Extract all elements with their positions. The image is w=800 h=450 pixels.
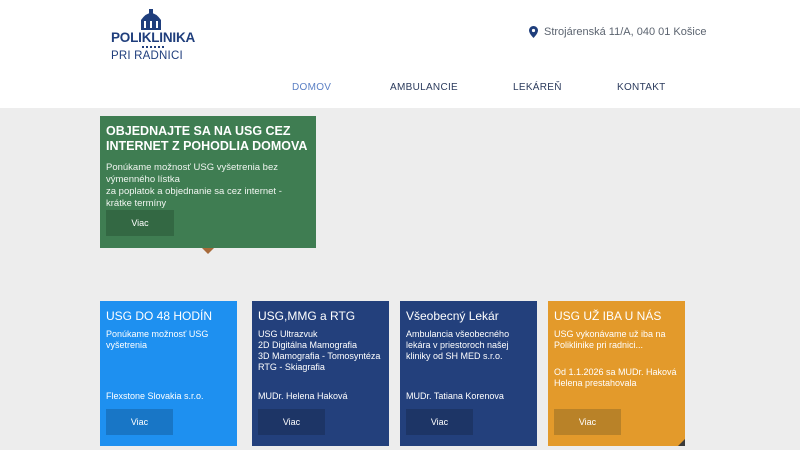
card-description: Ambulancia všeobecného lekára v priestor… (406, 329, 510, 361)
main-nav: DOMOV AMBULANCIE LEKÁREŇ KONTAKT (0, 82, 800, 96)
card-title: USG DO 48 HODÍN (106, 309, 213, 323)
card-provider: MUDr. Helena Haková (258, 391, 348, 401)
site-header: POLIKLINIKA PRI RADNICI Strojárenská 11/… (0, 0, 800, 108)
hero-more-button[interactable]: Viac (106, 210, 174, 236)
logo-divider (142, 46, 164, 48)
hero-banner: OBJEDNAJTE SA NA USG CEZ INTERNET Z POHO… (100, 116, 316, 254)
card-usg-mmg-rtg: USG,MMG a RTG USG Ultrazvuk 2D Digitálna… (252, 301, 389, 446)
site-logo[interactable]: POLIKLINIKA PRI RADNICI (108, 8, 200, 62)
card-usg-iba-u-nas: USG UŽ IBA U NÁS USG vykonávame už iba n… (548, 301, 685, 446)
nav-item-ambulancie[interactable]: AMBULANCIE (390, 82, 458, 93)
hero-text-line2: za poplatok a objednanie sa cez internet… (106, 186, 282, 209)
card-provider: MUDr. Tatiana Korenova (406, 391, 504, 401)
logo-line2: PRI RADNICI (111, 50, 183, 62)
card-more-button[interactable]: Viac (406, 409, 473, 435)
card-more-button[interactable]: Viac (554, 409, 621, 435)
card-description: USG vykonávame už iba na Poliklinike pri… (554, 329, 666, 350)
card-provider: Flexstone Slovakia s.r.o. (106, 391, 204, 401)
logo-line1: POLIKLINIKA (111, 30, 196, 45)
hero-pointer (202, 248, 214, 254)
location-pin-icon (529, 26, 538, 38)
nav-item-domov[interactable]: DOMOV (292, 82, 331, 93)
address: Strojárenská 11/A, 040 01 Košice (529, 26, 706, 38)
hero-text: Ponúkame možnosť USG vyšetrenia bez výme… (106, 162, 310, 210)
card-title: USG UŽ IBA U NÁS (554, 309, 662, 323)
card-usg-48: USG DO 48 HODÍN Ponúkame možnosť USG vyš… (100, 301, 237, 446)
card-more-button[interactable]: Viac (106, 409, 173, 435)
card-title: Všeobecný Lekár (406, 309, 499, 323)
nav-item-kontakt[interactable]: KONTAKT (617, 82, 666, 93)
card-corner (678, 439, 685, 446)
main-content: OBJEDNAJTE SA NA USG CEZ INTERNET Z POHO… (0, 108, 800, 450)
card-description: Ponúkame možnosť USG vyšetrenia (106, 329, 209, 350)
dome-logo-icon (141, 9, 161, 30)
hero-text-line1: Ponúkame možnosť USG vyšetrenia bez výme… (106, 162, 279, 185)
address-text: Strojárenská 11/A, 040 01 Košice (544, 26, 707, 38)
card-more-button[interactable]: Viac (258, 409, 325, 435)
card-description: USG Ultrazvuk 2D Digitálna Mamografia 3D… (258, 329, 381, 372)
nav-item-lekaren[interactable]: LEKÁREŇ (513, 82, 562, 93)
card-title: USG,MMG a RTG (258, 309, 356, 323)
card-vseobecny-lekar: Všeobecný Lekár Ambulancia všeobecného l… (400, 301, 537, 446)
hero-title: OBJEDNAJTE SA NA USG CEZ INTERNET Z POHO… (106, 124, 308, 153)
card-provider: Od 1.1.2026 sa MUDr. Haková Helena prest… (554, 367, 677, 388)
